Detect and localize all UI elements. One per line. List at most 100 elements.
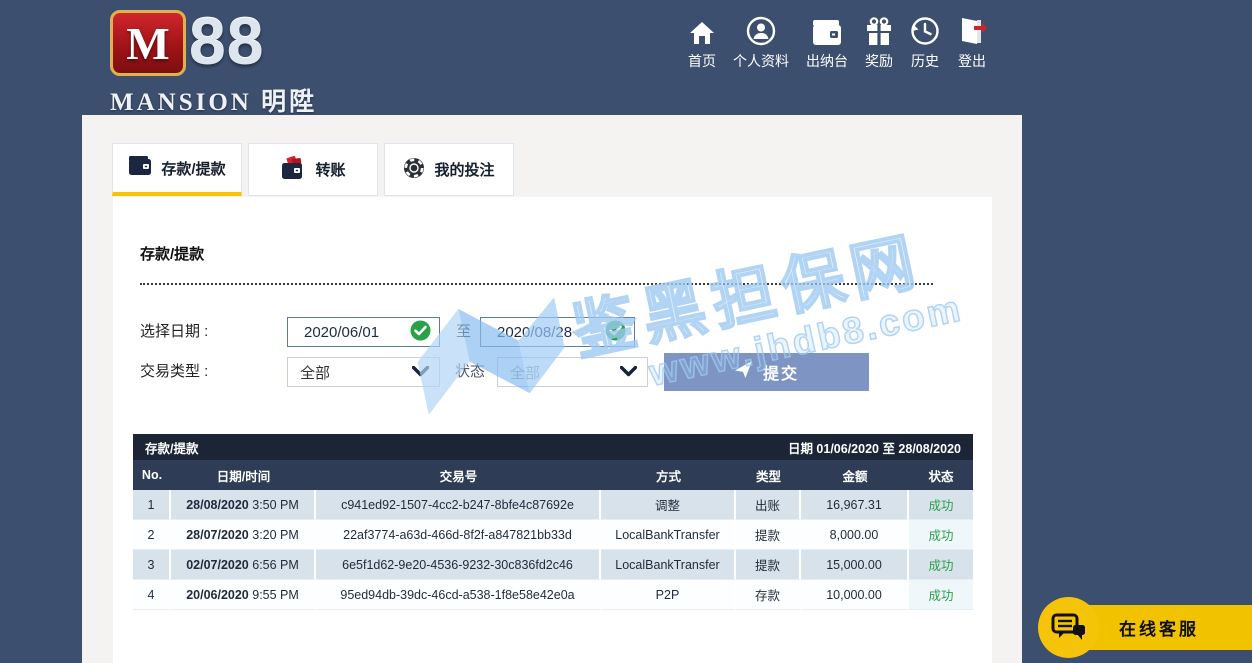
nav-rewards[interactable]: 奖励 <box>865 16 893 71</box>
cell-status: 成功 <box>909 550 973 580</box>
status-label: 状态 <box>455 357 485 387</box>
nav-profile[interactable]: 个人资料 <box>733 16 789 71</box>
cell-transaction-id: c941ed92-1507-4cc2-b247-8bfe4c87692e <box>316 490 601 520</box>
cell-method: 调整 <box>601 490 736 520</box>
logo-wordmark: MANSION 明陞 <box>110 82 317 118</box>
tab-content: 存款/提款 选择日期 : 2020/06/01 至 2020/08/28 交易类… <box>113 197 992 663</box>
cell-datetime: 28/08/2020 3:50 PM <box>171 490 316 520</box>
section-title: 存款/提款 <box>140 243 204 264</box>
col-type: 类型 <box>736 460 801 490</box>
transaction-type-select[interactable]: 全部 <box>287 357 440 387</box>
cell-datetime: 02/07/2020 6:56 PM <box>171 550 316 580</box>
cell-type: 存款 <box>736 580 801 610</box>
date-from-input[interactable]: 2020/06/01 <box>287 317 440 347</box>
submit-button[interactable]: 提交 <box>664 353 869 391</box>
profile-icon <box>746 16 776 46</box>
nav-history[interactable]: 历史 <box>910 16 940 71</box>
tab-label: 我的投注 <box>434 159 494 180</box>
cell-transaction-id: 95ed94db-39dc-46cd-a538-1f8e58e42e0a <box>316 580 601 610</box>
col-transaction-id: 交易号 <box>316 460 601 490</box>
logout-icon <box>957 16 987 46</box>
date-range-label: 选择日期 : <box>140 317 208 347</box>
logo-wordmark-en: MANSION <box>110 89 252 116</box>
date-to-value: 2020/08/28 <box>497 324 605 341</box>
nav-cashier[interactable]: 出纳台 <box>806 16 848 71</box>
cell-status: 成功 <box>909 490 973 520</box>
table-header-row: No. 日期/时间 交易号 方式 类型 金额 状态 <box>133 460 973 490</box>
nav-label: 登出 <box>958 51 986 71</box>
col-amount: 金额 <box>801 460 909 490</box>
tab-deposit-withdrawal[interactable]: 存款/提款 <box>112 143 242 196</box>
cell-type: 出账 <box>736 490 801 520</box>
tab-my-bets[interactable]: 我的投注 <box>384 143 514 196</box>
table-row: 128/08/2020 3:50 PMc941ed92-1507-4cc2-b2… <box>133 490 973 520</box>
table-row: 420/06/2020 9:55 PM95ed94db-39dc-46cd-a5… <box>133 580 973 610</box>
transfer-icon <box>280 156 306 184</box>
cell-no: 2 <box>133 520 171 550</box>
rewards-icon <box>865 16 893 46</box>
nav-logout[interactable]: 登出 <box>957 16 987 71</box>
date-from-value: 2020/06/01 <box>304 324 410 341</box>
table-title-bar: 存款/提款 日期 01/06/2020 至 28/08/2020 <box>133 434 973 460</box>
nav-label: 出纳台 <box>806 51 848 71</box>
cell-amount: 8,000.00 <box>801 520 909 550</box>
tab-label: 存款/提款 <box>161 158 225 179</box>
col-method: 方式 <box>601 460 736 490</box>
cell-type: 提款 <box>736 520 801 550</box>
cell-transaction-id: 6e5f1d62-9e20-4536-9232-30c836fd2c46 <box>316 550 601 580</box>
cell-method: LocalBankTransfer <box>601 520 736 550</box>
transaction-type-value: 全部 <box>300 362 412 383</box>
live-chat-button[interactable]: 在线客服 <box>1038 597 1252 658</box>
table-row: 302/07/2020 6:56 PM6e5f1d62-9e20-4536-92… <box>133 550 973 580</box>
section-divider <box>140 283 933 285</box>
live-chat-label: 在线客服 <box>1119 615 1199 640</box>
logo-wordmark-cn: 明陞 <box>261 89 317 116</box>
m88-logo[interactable]: M 88 MANSION 明陞 <box>110 10 317 118</box>
cell-method: P2P <box>601 580 736 610</box>
cell-datetime: 28/07/2020 3:20 PM <box>171 520 316 550</box>
status-value: 全部 <box>510 362 620 383</box>
cell-amount: 15,000.00 <box>801 550 909 580</box>
transactions-tbody: 128/08/2020 3:50 PMc941ed92-1507-4cc2-b2… <box>133 490 973 610</box>
wallet-icon <box>128 156 152 180</box>
table-row: 228/07/2020 3:20 PM22af3774-a63d-466d-8f… <box>133 520 973 550</box>
cell-no: 4 <box>133 580 171 610</box>
home-icon <box>688 16 716 46</box>
cell-datetime: 20/06/2020 9:55 PM <box>171 580 316 610</box>
chat-bubbles-icon <box>1038 597 1099 658</box>
nav-home[interactable]: 首页 <box>688 16 716 71</box>
logo-m-emblem: M <box>110 10 186 76</box>
date-to-input[interactable]: 2020/08/28 <box>480 317 635 347</box>
content-panel: 存款/提款 转账 我的投注 存款/提款 选择日期 : 2020/06/01 <box>82 115 1022 663</box>
cell-amount: 10,000.00 <box>801 580 909 610</box>
cell-status: 成功 <box>909 520 973 550</box>
table-date-range: 日期 01/06/2020 至 28/08/2020 <box>788 438 961 457</box>
tab-transfer[interactable]: 转账 <box>248 143 378 196</box>
chip-icon <box>403 157 425 183</box>
history-icon <box>910 16 940 46</box>
nav-label: 个人资料 <box>733 51 789 71</box>
col-datetime: 日期/时间 <box>171 460 316 490</box>
cell-transaction-id: 22af3774-a63d-466d-8f2f-a847821bb33d <box>316 520 601 550</box>
cell-type: 提款 <box>736 550 801 580</box>
transactions-table: 存款/提款 日期 01/06/2020 至 28/08/2020 No. 日期/… <box>133 434 973 610</box>
nav-label: 首页 <box>688 51 716 71</box>
table-title: 存款/提款 <box>145 438 198 457</box>
submit-label: 提交 <box>763 360 799 384</box>
chevron-down-icon <box>412 364 429 381</box>
top-nav: 首页 个人资料 出纳台 奖励 <box>688 16 987 71</box>
valid-check-icon <box>605 320 626 345</box>
cell-no: 1 <box>133 490 171 520</box>
page: M 88 MANSION 明陞 首页 个人资料 <box>0 0 1252 663</box>
cashier-icon <box>811 16 843 46</box>
tab-label: 转账 <box>315 159 345 180</box>
nav-label: 奖励 <box>865 51 893 71</box>
status-select[interactable]: 全部 <box>497 357 648 387</box>
cashier-tabs: 存款/提款 转账 我的投注 <box>112 143 514 196</box>
col-status: 状态 <box>909 460 973 490</box>
logo-88: 88 <box>189 10 264 72</box>
cell-no: 3 <box>133 550 171 580</box>
cell-amount: 16,967.31 <box>801 490 909 520</box>
to-label: 至 <box>456 317 471 347</box>
valid-check-icon <box>410 320 431 345</box>
